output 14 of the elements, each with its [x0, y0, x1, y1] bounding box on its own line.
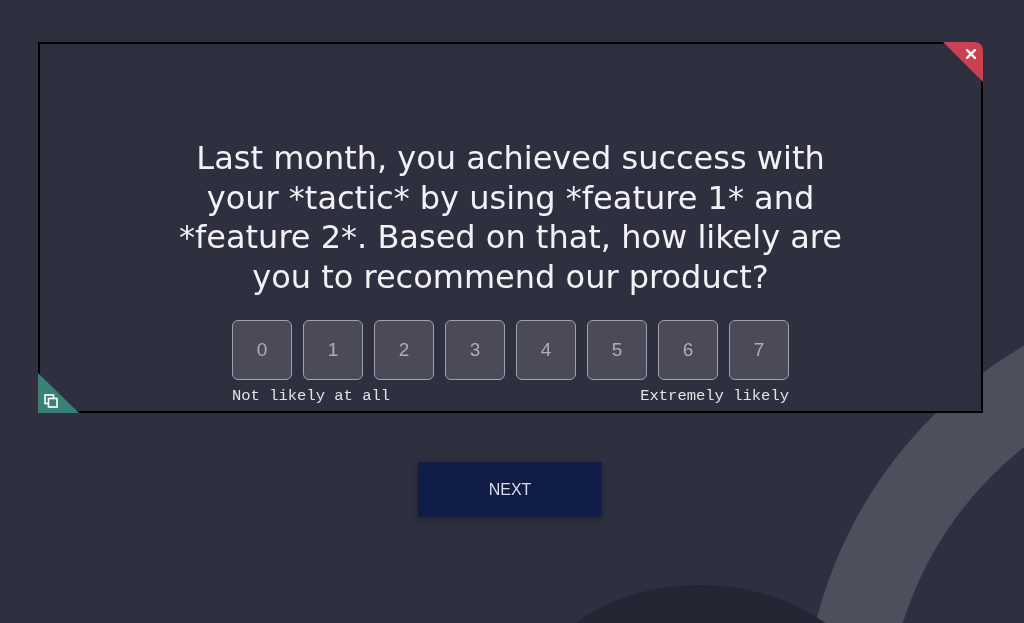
rating-option[interactable]: 2	[374, 320, 434, 380]
rating-option[interactable]: 1	[303, 320, 363, 380]
rating-option[interactable]: 5	[587, 320, 647, 380]
close-icon	[966, 49, 976, 59]
scale-max-label: Extremely likely	[640, 387, 789, 405]
question-text: Last month, you achieved success with your *tactic* by using *feature 1* and *feature 2*. Based on that, how likely are you to recommend our product?	[178, 139, 843, 297]
rating-option[interactable]: 0	[232, 320, 292, 380]
rating-option[interactable]: 7	[729, 320, 789, 380]
next-button[interactable]: NEXT	[418, 462, 602, 517]
scale-min-label: Not likely at all	[232, 387, 391, 405]
rating-option[interactable]: 4	[516, 320, 576, 380]
copy-icon	[44, 394, 58, 408]
rating-option[interactable]: 6	[658, 320, 718, 380]
rating-option[interactable]: 3	[445, 320, 505, 380]
